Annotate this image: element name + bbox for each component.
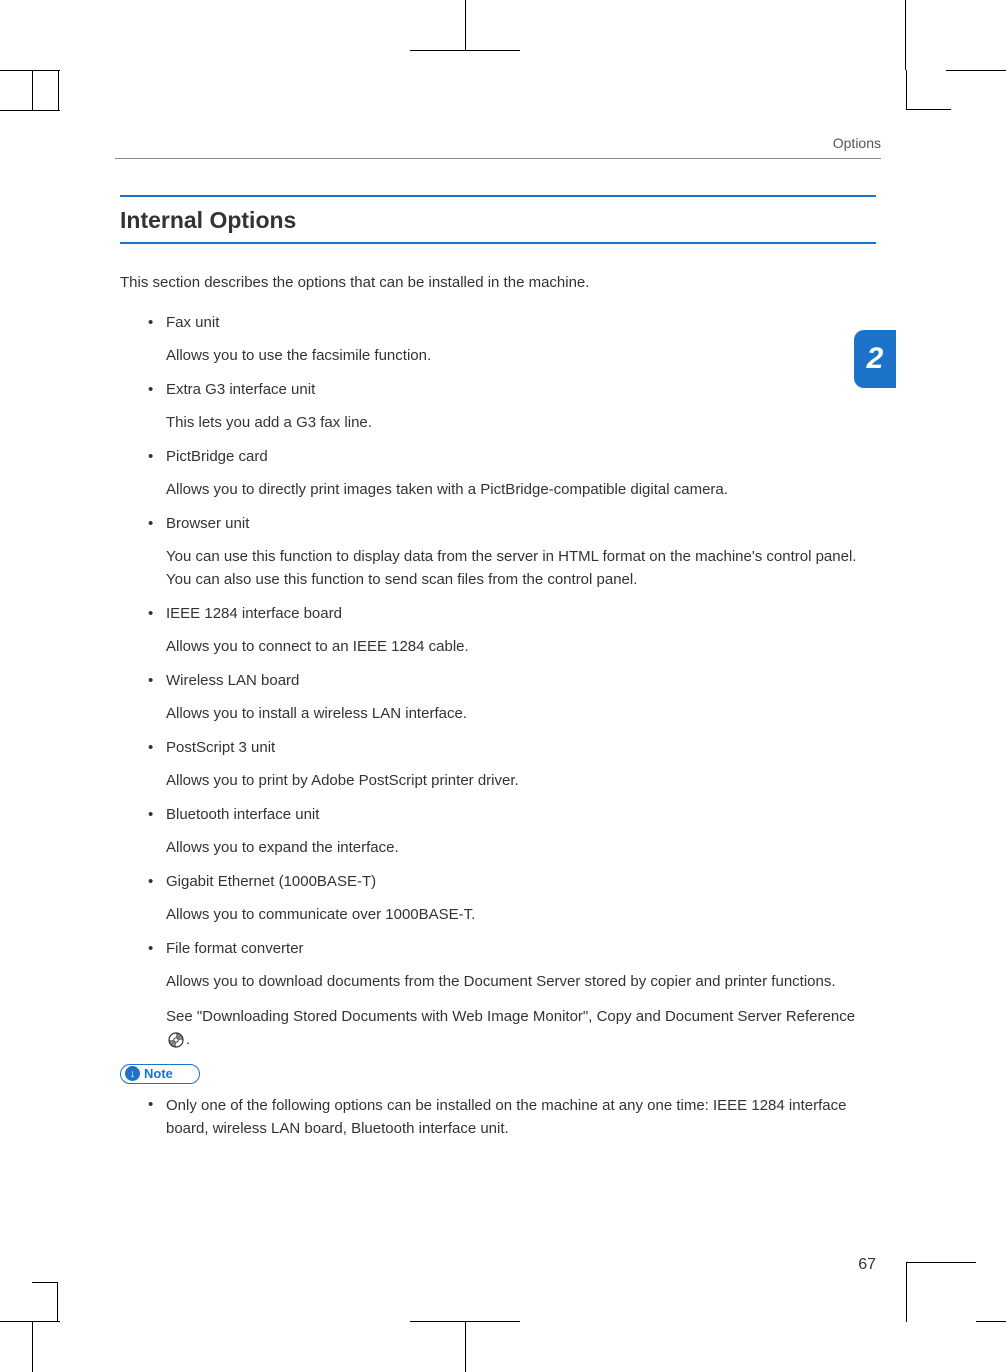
down-arrow-icon: ↓ — [125, 1066, 140, 1081]
option-label: IEEE 1284 interface board — [166, 603, 342, 625]
note-list: • Only one of the following options can … — [120, 1094, 876, 1141]
list-item: •Gigabit Ethernet (1000BASE-T) Allows yo… — [148, 871, 876, 926]
list-item: •IEEE 1284 interface board Allows you to… — [148, 603, 876, 658]
section-intro: This section describes the options that … — [120, 272, 876, 294]
option-label: Fax unit — [166, 312, 219, 334]
content-area: Internal Options This section describes … — [120, 195, 876, 1140]
list-item: • Only one of the following options can … — [148, 1094, 876, 1141]
option-label: File format converter — [166, 938, 304, 960]
note-pill: ↓ Note — [120, 1064, 200, 1084]
option-label: Extra G3 interface unit — [166, 379, 315, 401]
option-desc: This lets you add a G3 fax line. — [148, 411, 876, 434]
bullet-icon: • — [148, 737, 166, 759]
section-rule-top — [120, 195, 876, 197]
page: Options 2 Internal Options This section … — [0, 0, 1006, 1372]
option-desc-text: See "Downloading Stored Documents with W… — [166, 1008, 855, 1025]
cd-icon — [168, 1032, 184, 1048]
bullet-icon: • — [148, 312, 166, 334]
option-label: Browser unit — [166, 513, 249, 535]
section-rule-bottom — [120, 242, 876, 244]
crop-mark — [410, 50, 520, 51]
option-desc-text-post: . — [186, 1031, 190, 1048]
bullet-icon: • — [148, 871, 166, 893]
note-block: ↓ Note • Only one of the following optio… — [120, 1064, 876, 1141]
crop-mark — [58, 70, 59, 110]
option-desc: Allows you to download documents from th… — [148, 970, 876, 993]
bullet-icon: • — [148, 603, 166, 625]
option-label: Gigabit Ethernet (1000BASE-T) — [166, 871, 376, 893]
list-item: •File format converter Allows you to dow… — [148, 938, 876, 1052]
crop-mark — [465, 1322, 466, 1372]
option-desc: Allows you to connect to an IEEE 1284 ca… — [148, 635, 876, 658]
note-text-body: Only one of the following options can be… — [166, 1094, 876, 1141]
options-list: •Fax unit Allows you to use the facsimil… — [120, 312, 876, 1052]
list-item: •Browser unit You can use this function … — [148, 513, 876, 591]
option-label: Wireless LAN board — [166, 670, 299, 692]
running-head: Options — [833, 135, 881, 151]
crop-mark — [32, 1322, 33, 1372]
option-desc: Allows you to directly print images take… — [148, 478, 876, 501]
bullet-icon: • — [148, 670, 166, 692]
list-item: •Bluetooth interface unit Allows you to … — [148, 804, 876, 859]
crop-mark — [976, 1321, 1006, 1322]
option-desc: You can use this function to display dat… — [148, 545, 876, 592]
bullet-icon: • — [148, 938, 166, 960]
list-item: •PostScript 3 unit Allows you to print b… — [148, 737, 876, 792]
option-desc: Allows you to expand the interface. — [148, 836, 876, 859]
option-desc: Allows you to communicate over 1000BASE-… — [148, 903, 876, 926]
note-label: Note — [144, 1066, 173, 1081]
crop-mark — [465, 0, 466, 50]
crop-mark — [906, 70, 951, 110]
option-desc: Allows you to use the facsimile function… — [148, 344, 876, 367]
crop-mark — [905, 0, 906, 70]
crop-mark — [32, 1282, 58, 1322]
header-rule — [115, 158, 881, 159]
bullet-icon: • — [148, 446, 166, 468]
list-item: •Extra G3 interface unit This lets you a… — [148, 379, 876, 434]
bullet-icon: • — [148, 804, 166, 826]
bullet-icon: • — [148, 379, 166, 401]
bullet-icon: • — [148, 1094, 166, 1116]
option-desc-secondary: See "Downloading Stored Documents with W… — [148, 1005, 876, 1052]
option-desc: Allows you to install a wireless LAN int… — [148, 702, 876, 725]
option-desc: Allows you to print by Adobe PostScript … — [148, 769, 876, 792]
section-title: Internal Options — [120, 207, 876, 234]
crop-mark — [0, 110, 60, 111]
list-item: •Wireless LAN board Allows you to instal… — [148, 670, 876, 725]
list-item: •PictBridge card Allows you to directly … — [148, 446, 876, 501]
option-label: PostScript 3 unit — [166, 737, 275, 759]
crop-mark — [946, 70, 1006, 71]
list-item: •Fax unit Allows you to use the facsimil… — [148, 312, 876, 367]
crop-mark — [0, 70, 60, 71]
option-label: Bluetooth interface unit — [166, 804, 319, 826]
crop-mark — [32, 70, 33, 110]
page-number: 67 — [858, 1256, 876, 1274]
crop-mark — [906, 1262, 976, 1322]
bullet-icon: • — [148, 513, 166, 535]
option-label: PictBridge card — [166, 446, 268, 468]
